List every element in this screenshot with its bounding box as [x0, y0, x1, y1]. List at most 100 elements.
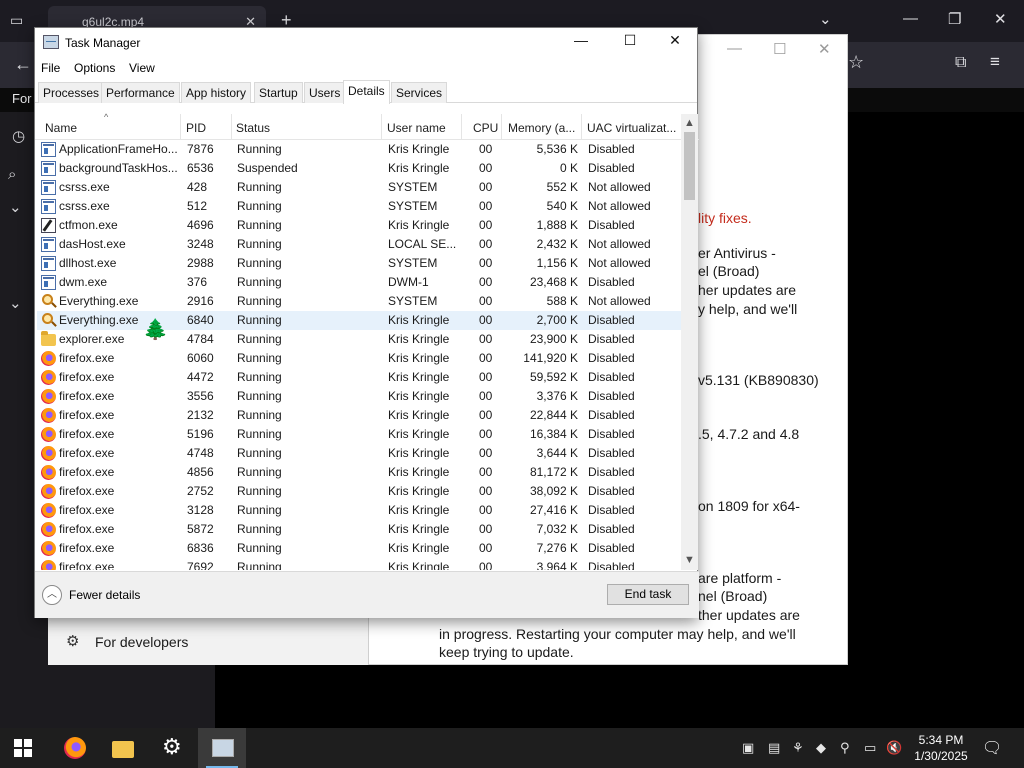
taskbar-task-manager[interactable] [198, 728, 246, 768]
table-row[interactable]: firefox.exe 3556 Running Kris Kringle 00 3,37… [37, 387, 681, 406]
table-row[interactable]: Everything.exe 6840 Running Kris Kringle 00 2… [37, 311, 681, 330]
table-row[interactable]: firefox.exe 5872 Running Kris Kringle 00 7,03… [37, 520, 681, 539]
chevron-up-circle-icon[interactable]: ︿ [42, 585, 62, 605]
tab-performance[interactable]: Performance [101, 82, 180, 103]
table-row[interactable]: ApplicationFrameHo... 7876 Running Kris Kri… [37, 140, 681, 159]
tab-app-history[interactable]: App history [181, 82, 252, 103]
vertical-scrollbar[interactable]: ▲ ▼ [681, 114, 698, 570]
column-header-name[interactable]: Name [45, 121, 77, 135]
table-row[interactable]: csrss.exe 428 Running SYSTEM 00 552 K Not allo… [37, 178, 681, 197]
menu-view[interactable]: View [129, 61, 155, 75]
minimize-icon[interactable]: — [903, 10, 918, 27]
table-row[interactable]: Everything.exe 2916 Running SYSTEM 00 588 K No… [37, 292, 681, 311]
close-icon[interactable]: ✕ [652, 32, 698, 54]
app-window-icon [41, 256, 56, 271]
table-row[interactable]: dasHost.exe 3248 Running LOCAL SE... 00 2,432… [37, 235, 681, 254]
tray-app-icon[interactable]: ▣ [742, 740, 754, 756]
process-name: dwm.exe [59, 275, 108, 289]
process-name: firefox.exe [59, 446, 115, 460]
close-icon[interactable]: ✕ [818, 40, 831, 58]
tray-app-icon[interactable]: ▤ [768, 740, 780, 756]
back-arrow-icon[interactable]: ← [14, 54, 32, 75]
tab-list-icon[interactable]: ▭ [10, 12, 23, 29]
process-status: Running [237, 180, 282, 194]
hamburger-menu-icon[interactable]: ≡ [990, 52, 1000, 72]
table-row[interactable]: firefox.exe 4748 Running Kris Kringle 00 3,64… [37, 444, 681, 463]
process-uac: Disabled [588, 218, 635, 232]
process-uac: Disabled [588, 541, 635, 555]
history-icon[interactable]: ◷ [12, 127, 25, 145]
maximize-icon[interactable]: ☐ [773, 40, 786, 58]
system-clock[interactable]: 5:34 PM 1/30/2025 [910, 732, 972, 764]
table-row[interactable]: firefox.exe 4472 Running Kris Kringle 00 59,5… [37, 368, 681, 387]
table-row[interactable]: ctfmon.exe 4696 Running Kris Kringle 00 1,888… [37, 216, 681, 235]
process-user: Kris Kringle [388, 370, 450, 384]
column-divider[interactable] [501, 114, 502, 140]
column-divider[interactable] [231, 114, 232, 140]
chevron-down-icon[interactable]: ⌄ [9, 198, 22, 216]
column-header-user-name[interactable]: User name [387, 121, 446, 135]
column-header-cpu[interactable]: CPU [473, 121, 498, 135]
table-row[interactable]: firefox.exe 7692 Running Kris Kringle 00 3,96… [37, 558, 681, 570]
close-icon[interactable]: ✕ [994, 10, 1007, 28]
table-row[interactable]: firefox.exe 4856 Running Kris Kringle 00 81,1… [37, 463, 681, 482]
column-divider[interactable] [381, 114, 382, 140]
chevron-down-icon[interactable]: ⌄ [9, 294, 22, 312]
table-row[interactable]: firefox.exe 5196 Running Kris Kringle 00 16,3… [37, 425, 681, 444]
table-row[interactable]: backgroundTaskHos... 6536 Suspended Kris Kr… [37, 159, 681, 178]
star-icon[interactable]: ☆ [848, 52, 864, 73]
volume-muted-icon[interactable]: 🔇 [886, 740, 902, 756]
column-header-uac-virtualization[interactable]: UAC virtualizat... [587, 121, 676, 135]
tab-details[interactable]: Details [343, 80, 390, 104]
column-divider[interactable] [180, 114, 181, 140]
menu-options[interactable]: Options [74, 61, 115, 75]
extensions-icon[interactable]: ⧉ [955, 54, 966, 72]
process-cpu: 00 [479, 313, 493, 327]
scrollbar-thumb[interactable] [684, 132, 695, 200]
table-row[interactable]: firefox.exe 3128 Running Kris Kringle 00 27,4… [37, 501, 681, 520]
column-divider[interactable] [461, 114, 462, 140]
task-manager-icon [43, 35, 59, 49]
table-row[interactable]: csrss.exe 512 Running SYSTEM 00 540 K Not allo… [37, 197, 681, 216]
tab-users[interactable]: Users [304, 82, 346, 103]
taskbar-file-explorer[interactable] [98, 728, 146, 768]
taskbar-settings[interactable]: ⚙ [148, 728, 196, 768]
maximize-icon[interactable]: ☐ [607, 32, 653, 54]
for-developers-link[interactable]: For developers [95, 634, 188, 650]
menu-file[interactable]: File [41, 61, 60, 75]
column-divider[interactable] [581, 114, 582, 140]
scroll-up-icon[interactable]: ▲ [684, 117, 695, 129]
fewer-details-link[interactable]: Fewer details [69, 588, 140, 602]
column-header-memory[interactable]: Memory (a... [508, 121, 575, 135]
column-header-status[interactable]: Status [236, 121, 270, 135]
table-row[interactable]: firefox.exe 2752 Running Kris Kringle 00 38,0… [37, 482, 681, 501]
minimize-icon[interactable]: — [558, 32, 604, 54]
scroll-down-icon[interactable]: ▼ [684, 554, 695, 566]
table-row[interactable]: firefox.exe 6836 Running Kris Kringle 00 7,27… [37, 539, 681, 558]
title-bar[interactable]: Task Manager — ☐ ✕ [35, 28, 697, 58]
everything-tray-icon[interactable]: ⚲ [840, 740, 850, 756]
network-icon[interactable]: ▭ [864, 740, 876, 756]
gear-icon: ⚙ [162, 734, 182, 759]
end-task-button[interactable]: End task [607, 584, 689, 605]
table-row[interactable]: dllhost.exe 2988 Running SYSTEM 00 1,156 K Not… [37, 254, 681, 273]
tray-app-icon[interactable]: ◆ [816, 740, 826, 756]
tab-processes[interactable]: Processes [38, 82, 105, 103]
taskbar-firefox[interactable] [50, 728, 98, 768]
table-row[interactable]: explorer.exe 4784 Running Kris Kringle 00 23,… [37, 330, 681, 349]
table-row[interactable]: firefox.exe 2132 Running Kris Kringle 00 22,8… [37, 406, 681, 425]
tab-services[interactable]: Services [391, 82, 448, 103]
table-row[interactable]: dwm.exe 376 Running DWM-1 00 23,468 K Disabled [37, 273, 681, 292]
process-cpu: 00 [479, 408, 493, 422]
tab-startup[interactable]: Startup [254, 82, 303, 103]
minimize-icon[interactable]: — [727, 40, 742, 57]
restore-icon[interactable]: ❐ [948, 10, 961, 28]
notification-center-icon[interactable]: 🗨 [982, 738, 1002, 758]
search-icon[interactable]: ⌕ [8, 166, 16, 183]
table-row[interactable]: firefox.exe 6060 Running Kris Kringle 00 141,… [37, 349, 681, 368]
process-cpu: 00 [479, 522, 493, 536]
column-header-pid[interactable]: PID [186, 121, 206, 135]
tray-app-icon[interactable]: ⚘ [792, 740, 804, 756]
windows-start-icon[interactable] [14, 739, 32, 757]
chevron-down-icon[interactable]: ⌄ [819, 10, 832, 28]
